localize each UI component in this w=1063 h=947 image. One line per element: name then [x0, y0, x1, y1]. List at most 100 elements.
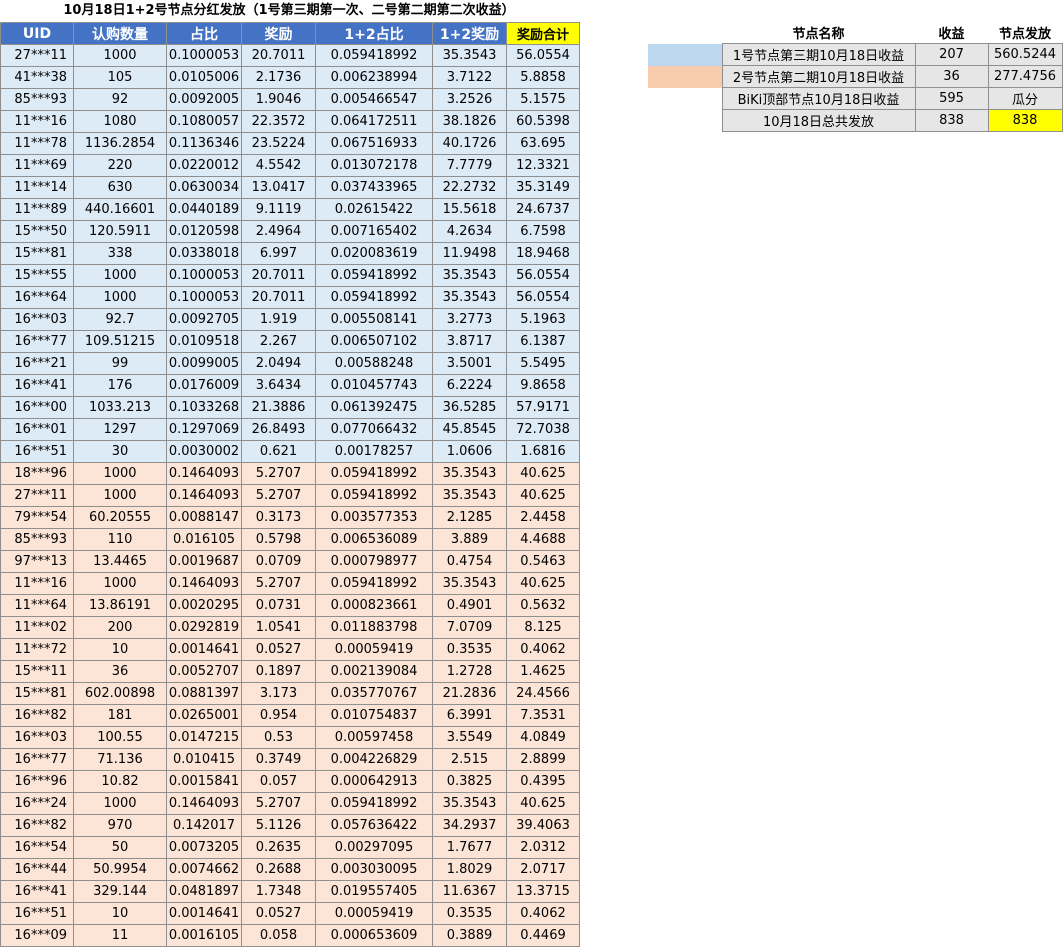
cell-amount: 1000 — [73, 462, 167, 485]
cell-combined-share: 0.011883798 — [315, 616, 433, 639]
cell-uid: 16***41 — [0, 374, 74, 397]
table-row: 16***77 109.51215 0.0109518 2.267 0.00650710… — [0, 330, 580, 353]
cell-amount: 1000 — [73, 484, 167, 507]
cell-combined-reward: 3.7122 — [432, 66, 507, 89]
summary-row: BiKi顶部节点10月18日收益 595 瓜分 — [648, 87, 1063, 110]
cell-reward: 5.2707 — [241, 484, 316, 507]
cell-combined-reward: 36.5285 — [432, 396, 507, 419]
col-share: 占比 — [166, 22, 242, 45]
table-row: 11***14 630 0.0630034 13.0417 0.037433965 22.… — [0, 176, 580, 199]
cell-reward: 0.3173 — [241, 506, 316, 529]
cell-reward: 3.6434 — [241, 374, 316, 397]
cell-amount: 13.86191 — [73, 594, 167, 617]
cell-share: 0.1000053 — [166, 44, 242, 67]
cell-amount: 10.82 — [73, 770, 167, 793]
cell-amount: 10 — [73, 902, 167, 925]
cell-combined-reward: 3.2773 — [432, 308, 507, 331]
cell-amount: 440.16601 — [73, 198, 167, 221]
cell-amount: 92.7 — [73, 308, 167, 331]
color-swatch — [648, 87, 722, 110]
color-swatch — [648, 43, 722, 66]
table-row: 97***13 13.4465 0.0019687 0.0709 0.000798977… — [0, 550, 580, 573]
cell-combined-reward: 22.2732 — [432, 176, 507, 199]
cell-uid: 85***93 — [0, 88, 74, 111]
summary-body: 1号节点第三期10月18日收益 207 560.5244 2号节点第二期10月18日收… — [648, 43, 1063, 132]
cell-total: 0.4062 — [506, 902, 580, 925]
cell-share: 0.0073205 — [166, 836, 242, 859]
cell-combined-share: 0.037433965 — [315, 176, 433, 199]
table-row: 16***51 10 0.0014641 0.0527 0.00059419 0.3535… — [0, 902, 580, 925]
summary-row: 10月18日总共发放 838 838 — [648, 109, 1063, 132]
cell-amount: 220 — [73, 154, 167, 177]
cell-reward: 1.7348 — [241, 880, 316, 903]
cell-share: 0.0088147 — [166, 506, 242, 529]
cell-combined-reward: 3.889 — [432, 528, 507, 551]
cell-combined-reward: 35.3543 — [432, 462, 507, 485]
cell-combined-share: 0.059418992 — [315, 44, 433, 67]
cell-uid: 16***82 — [0, 704, 74, 727]
cell-uid: 15***50 — [0, 220, 74, 243]
cell-uid: 18***96 — [0, 462, 74, 485]
cell-share: 0.1297069 — [166, 418, 242, 441]
cell-share: 0.1000053 — [166, 286, 242, 309]
cell-share: 0.0015841 — [166, 770, 242, 793]
table-row: 16***03 100.55 0.0147215 0.53 0.00597458 3.55… — [0, 726, 580, 749]
cell-amount: 630 — [73, 176, 167, 199]
cell-total: 1.6816 — [506, 440, 580, 463]
table-row: 11***64 13.86191 0.0020295 0.0731 0.00082366… — [0, 594, 580, 617]
summary-header-row: 节点名称 收益 节点发放 — [648, 22, 1062, 44]
cell-combined-share: 0.059418992 — [315, 286, 433, 309]
header-row: UID 认购数量 占比 奖励 1+2占比 1+2奖励 奖励合计 — [0, 22, 580, 45]
cell-amount: 1080 — [73, 110, 167, 133]
cell-reward: 0.0527 — [241, 638, 316, 661]
cell-combined-share: 0.020083619 — [315, 242, 433, 265]
cell-uid: 11***02 — [0, 616, 74, 639]
cell-amount: 92 — [73, 88, 167, 111]
cell-amount: 1000 — [73, 572, 167, 595]
cell-reward: 0.058 — [241, 924, 316, 947]
cell-combined-share: 0.059418992 — [315, 792, 433, 815]
cell-combined-reward: 3.5549 — [432, 726, 507, 749]
cell-share: 0.1464093 — [166, 484, 242, 507]
cell-total: 40.625 — [506, 462, 580, 485]
cell-total: 18.9468 — [506, 242, 580, 265]
cell-combined-reward: 0.3889 — [432, 924, 507, 947]
cell-amount: 181 — [73, 704, 167, 727]
table-row: 16***96 10.82 0.0015841 0.057 0.000642913 0.3… — [0, 770, 580, 793]
cell-combined-share: 0.000823661 — [315, 594, 433, 617]
cell-combined-share: 0.059418992 — [315, 572, 433, 595]
cell-total: 56.0554 — [506, 44, 580, 67]
cell-share: 0.0019687 — [166, 550, 242, 573]
node-summary-table: 节点名称 收益 节点发放 1号节点第三期10月18日收益 207 560.5244 2… — [648, 22, 1063, 132]
cell-total: 56.0554 — [506, 286, 580, 309]
cell-uid: 11***64 — [0, 594, 74, 617]
cell-amount: 1033.213 — [73, 396, 167, 419]
summary-income: 36 — [914, 65, 989, 88]
cell-amount: 176 — [73, 374, 167, 397]
summary-payout: 277.4756 — [987, 65, 1063, 88]
cell-reward: 1.919 — [241, 308, 316, 331]
cell-reward: 0.1897 — [241, 660, 316, 683]
cell-reward: 5.2707 — [241, 462, 316, 485]
summary-col-income: 收益 — [915, 22, 988, 44]
cell-amount: 1000 — [73, 792, 167, 815]
cell-total: 0.5463 — [506, 550, 580, 573]
cell-total: 6.1387 — [506, 330, 580, 353]
cell-combined-reward: 0.3535 — [432, 902, 507, 925]
table-row: 85***93 110 0.016105 0.5798 0.006536089 3.889… — [0, 528, 580, 551]
cell-combined-share: 0.00588248 — [315, 352, 433, 375]
cell-combined-share: 0.005508141 — [315, 308, 433, 331]
cell-total: 9.8658 — [506, 374, 580, 397]
cell-total: 72.7038 — [506, 418, 580, 441]
table-row: 41***38 105 0.0105006 2.1736 0.006238994 3.71… — [0, 66, 580, 89]
cell-share: 0.1464093 — [166, 572, 242, 595]
table-row: 16***01 1297 0.1297069 26.8493 0.077066432 45… — [0, 418, 580, 441]
cell-combined-share: 0.006536089 — [315, 528, 433, 551]
cell-share: 0.1033268 — [166, 396, 242, 419]
cell-combined-reward: 35.3543 — [432, 572, 507, 595]
cell-uid: 16***01 — [0, 418, 74, 441]
summary-income: 595 — [914, 87, 989, 110]
cell-uid: 15***81 — [0, 682, 74, 705]
cell-combined-share: 0.000642913 — [315, 770, 433, 793]
col-combined-share: 1+2占比 — [315, 22, 433, 45]
